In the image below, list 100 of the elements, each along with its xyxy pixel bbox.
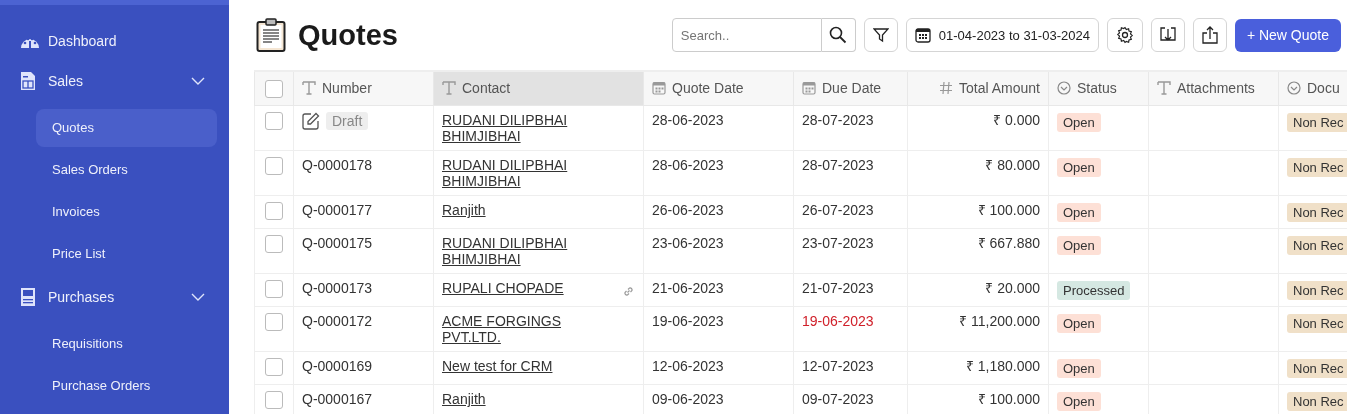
share-icon <box>1201 26 1218 44</box>
document-status-badge: Non Rec <box>1287 359 1347 378</box>
date-range-button[interactable]: 01-04-2023 to 31-03-2024 <box>905 18 1099 52</box>
quote-date: 28-06-2023 <box>652 157 724 173</box>
nav-subitem[interactable]: Requisitions <box>36 325 217 363</box>
calendar-icon <box>652 80 666 95</box>
chevron-circle-icon <box>1287 80 1301 95</box>
row-checkbox[interactable] <box>265 235 283 254</box>
total-amount: ₹ 20.000 <box>985 280 1040 296</box>
contact-link[interactable]: Ranjith <box>442 202 486 218</box>
document-status-badge: Non Rec <box>1287 392 1347 411</box>
row-checkbox[interactable] <box>265 202 283 221</box>
download-button[interactable] <box>1150 18 1185 52</box>
column-header[interactable]: Status <box>1048 71 1149 106</box>
quote-date: 19-06-2023 <box>652 313 724 329</box>
due-date: 12-07-2023 <box>802 358 874 374</box>
total-amount: ₹ 667.880 <box>977 235 1040 251</box>
total-amount: ₹ 100.000 <box>977 391 1040 407</box>
column-header[interactable]: Number <box>293 71 434 106</box>
column-header[interactable]: Quote Date <box>643 71 794 106</box>
search-button[interactable] <box>821 18 856 52</box>
quote-number: Q-0000173 <box>302 280 373 296</box>
nav-item[interactable]: Sales <box>12 69 217 93</box>
document-status-badge: Non Rec <box>1287 113 1347 132</box>
nav-subitem[interactable]: Quotes <box>36 109 217 147</box>
due-date: 23-07-2023 <box>802 235 874 251</box>
share-button[interactable] <box>1192 18 1227 52</box>
column-header[interactable]: Docu <box>1278 71 1347 106</box>
quote-number: Q-0000172 <box>302 313 373 329</box>
status-badge: Open <box>1057 236 1101 255</box>
settings-icon <box>1115 26 1134 44</box>
quote-number: Q-0000169 <box>302 358 373 374</box>
filter-button[interactable] <box>863 18 898 52</box>
quote-date: 09-06-2023 <box>652 391 724 407</box>
text-type-icon <box>442 80 456 95</box>
quote-date: 28-06-2023 <box>652 112 724 128</box>
hash-icon <box>939 80 954 95</box>
document-status-badge: Non Rec <box>1287 203 1347 222</box>
chevron-circle-icon <box>1057 80 1071 95</box>
status-badge: Open <box>1057 203 1101 222</box>
column-header[interactable]: Due Date <box>793 71 908 106</box>
document-icon <box>20 71 36 91</box>
purchase-order-icon <box>20 287 36 307</box>
quote-date: 12-06-2023 <box>652 358 724 374</box>
nav-subitem[interactable]: Purchase Orders <box>36 367 217 405</box>
column-header[interactable]: Total Amount <box>907 71 1049 106</box>
total-amount: ₹ 80.000 <box>985 157 1040 173</box>
row-checkbox[interactable] <box>265 112 283 131</box>
calendar-icon <box>802 80 816 95</box>
status-badge: Open <box>1057 359 1101 378</box>
quote-number: Q-0000177 <box>302 202 373 218</box>
select-all-checkbox[interactable] <box>265 79 283 98</box>
quote-number: Q-0000175 <box>302 235 373 251</box>
search-icon <box>829 26 848 44</box>
nav-item[interactable]: Purchases <box>12 285 217 309</box>
column-header[interactable]: Attachments <box>1148 71 1279 106</box>
filter-icon <box>872 27 889 43</box>
search-field[interactable]: Search.. <box>671 18 822 52</box>
row-checkbox[interactable] <box>265 391 283 410</box>
due-date: 28-07-2023 <box>802 157 874 173</box>
total-amount: ₹ 100.000 <box>977 202 1040 218</box>
text-type-icon <box>1157 80 1171 95</box>
quote-date: 21-06-2023 <box>652 280 724 296</box>
quote-date: 23-06-2023 <box>652 235 724 251</box>
status-badge: Open <box>1057 314 1101 333</box>
row-checkbox[interactable] <box>265 313 283 332</box>
quote-number: Q-0000178 <box>302 157 373 173</box>
clipboard-icon <box>256 18 286 52</box>
nav-subitem[interactable]: Sales Orders <box>36 151 217 189</box>
total-amount: ₹ 0.000 <box>993 112 1040 128</box>
status-badge: Open <box>1057 392 1101 411</box>
column-header[interactable]: Contact <box>433 71 644 106</box>
row-checkbox[interactable] <box>265 358 283 377</box>
document-status-badge: Non Rec <box>1287 281 1347 300</box>
due-date: 19-06-2023 <box>802 313 874 329</box>
edit-icon <box>302 112 320 130</box>
status-badge: Open <box>1057 158 1101 177</box>
new-quote-button[interactable]: + New Quote <box>1234 18 1341 52</box>
nav-subitem[interactable]: Price List <box>36 235 217 273</box>
quote-number: Q-0000167 <box>302 391 373 407</box>
due-date: 28-07-2023 <box>802 112 874 128</box>
draft-badge: Draft <box>326 112 369 130</box>
status-badge: Processed <box>1057 281 1131 300</box>
nav-item[interactable]: Dashboard <box>12 29 217 53</box>
settings-button[interactable] <box>1106 18 1143 52</box>
contact-link[interactable]: Ranjith <box>442 391 486 407</box>
document-status-badge: Non Rec <box>1287 236 1347 255</box>
due-date: 09-07-2023 <box>802 391 874 407</box>
quote-date: 26-06-2023 <box>652 202 724 218</box>
nav-subitem[interactable]: Invoices <box>36 193 217 231</box>
row-checkbox[interactable] <box>265 280 283 299</box>
document-status-badge: Non Rec <box>1287 314 1347 333</box>
total-amount: ₹ 11,200.000 <box>959 313 1040 329</box>
text-type-icon <box>302 80 316 95</box>
page-title: Quotes <box>298 18 398 52</box>
row-checkbox[interactable] <box>265 157 283 176</box>
status-badge: Open <box>1057 113 1101 132</box>
due-date: 21-07-2023 <box>802 280 874 296</box>
document-status-badge: Non Rec <box>1287 158 1347 177</box>
download-icon <box>1159 26 1176 44</box>
